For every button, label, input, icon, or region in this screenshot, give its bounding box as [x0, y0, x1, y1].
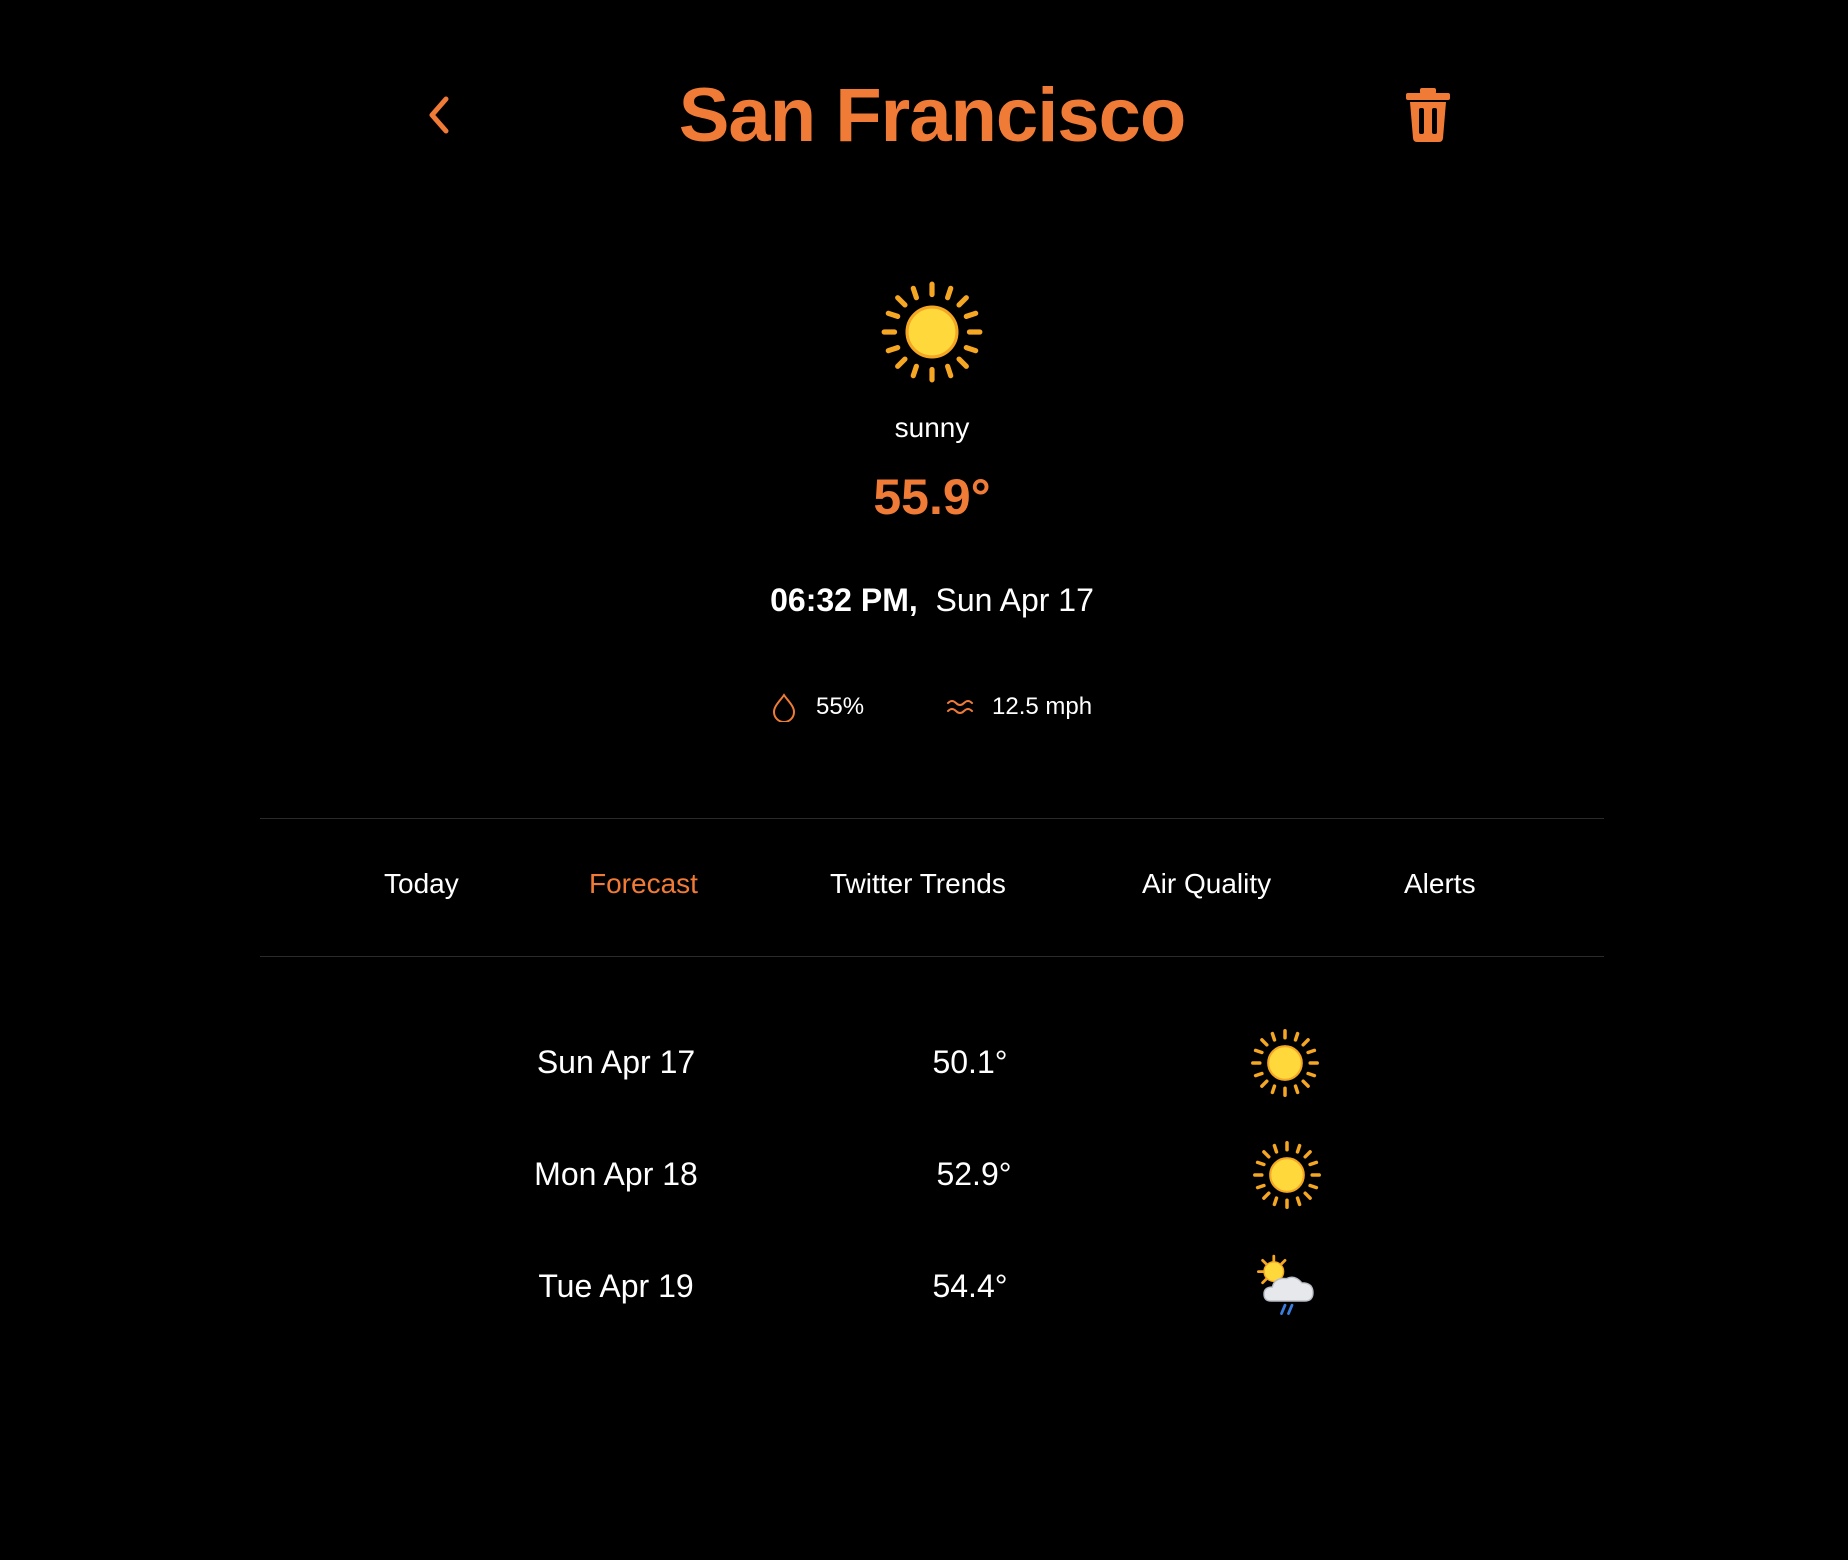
humidity-stat: 55%	[770, 690, 864, 724]
tab-forecast[interactable]: Forecast	[589, 868, 698, 900]
sun-icon	[1253, 1141, 1321, 1209]
forecast-temp: 50.1°	[932, 1044, 1008, 1080]
forecast-day: Tue Apr 19	[538, 1268, 694, 1304]
delete-button[interactable]	[1400, 82, 1456, 148]
city-title: San Francisco	[678, 73, 1187, 158]
humidity-value: 55%	[816, 693, 865, 720]
wind-icon	[947, 700, 973, 714]
tab-air-quality[interactable]: Air Quality	[1142, 868, 1271, 900]
tab-twitter-trends[interactable]: Twitter Trends	[830, 868, 1006, 900]
current-datetime: 06:32 PM, Sun Apr 17	[0, 582, 1848, 619]
sun-behind-rain-cloud-icon	[1257, 1254, 1314, 1315]
forecast-temp: 54.4°	[932, 1268, 1008, 1304]
trash-icon	[1406, 88, 1450, 142]
tab-today[interactable]: Today	[384, 868, 459, 900]
current-temperature: 55.9°	[873, 469, 991, 525]
sun-icon	[881, 281, 983, 383]
tab-alerts[interactable]: Alerts	[1404, 868, 1476, 900]
forecast-temp: 52.9°	[936, 1156, 1012, 1192]
wind-stat: 12.5 mph	[946, 690, 1092, 724]
forecast-day: Sun Apr 17	[536, 1044, 696, 1080]
tabs-divider-top	[260, 818, 1604, 819]
wind-value: 12.5 mph	[992, 693, 1093, 720]
tabs-divider-bottom	[260, 956, 1604, 957]
current-time: 06:32 PM,	[770, 582, 918, 618]
current-date: Sun Apr 17	[935, 582, 1094, 618]
forecast-day: Mon Apr 18	[534, 1156, 698, 1192]
droplet-icon	[772, 693, 796, 722]
sun-icon	[1251, 1029, 1319, 1097]
condition-label: sunny	[894, 412, 970, 443]
